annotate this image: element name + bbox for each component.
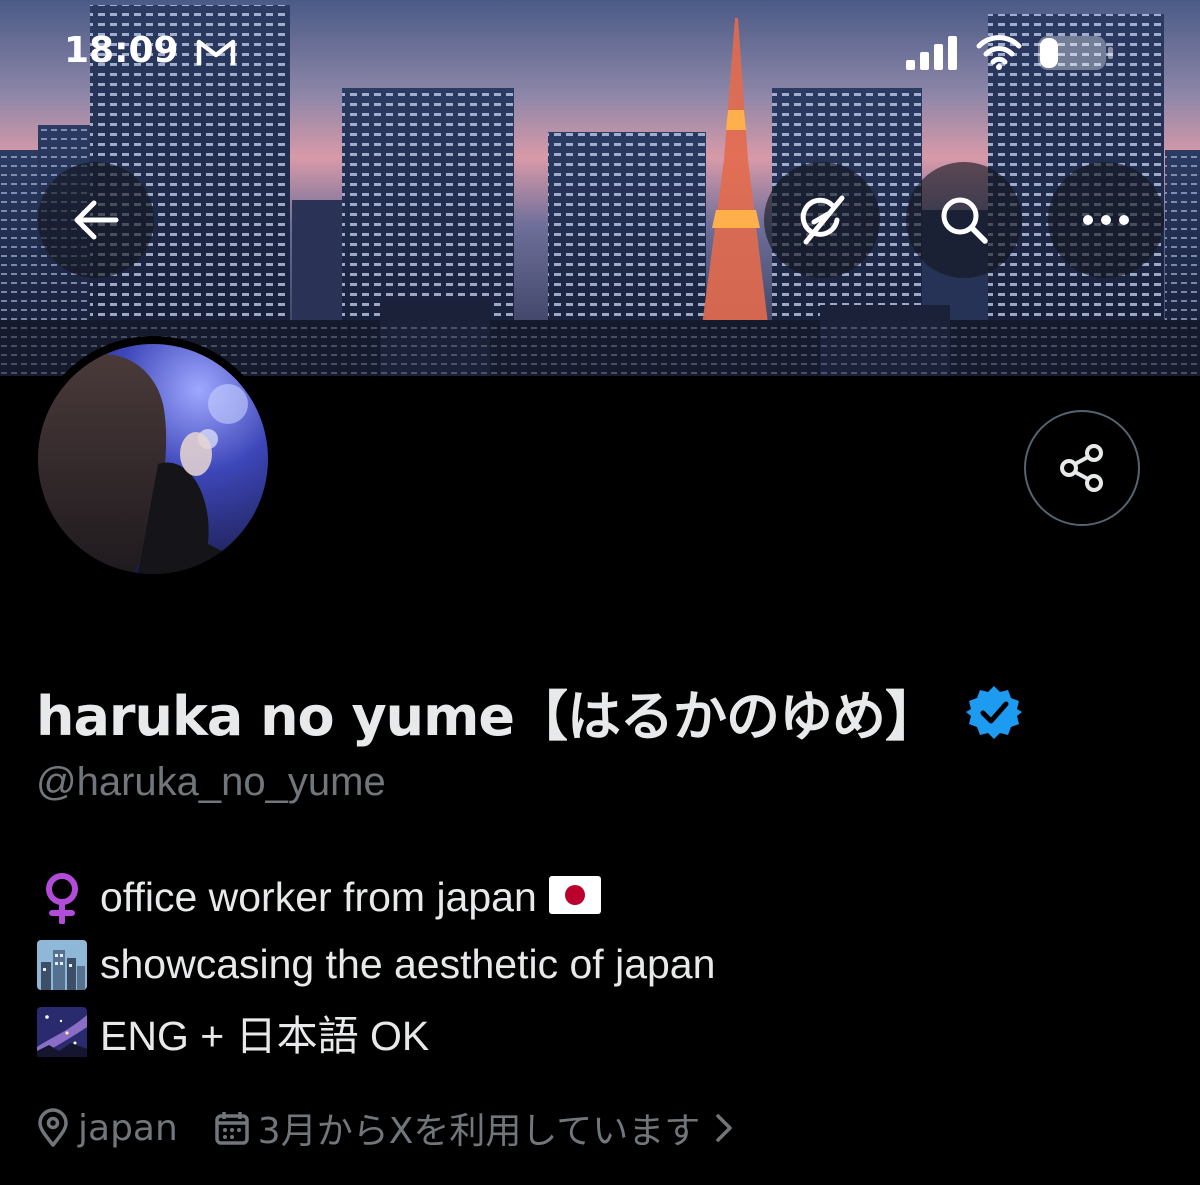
- joined-text: 3月からXを利用しています: [257, 1111, 701, 1152]
- status-bar: 18:09: [0, 0, 1200, 100]
- search-icon: [941, 197, 988, 244]
- bio-text: ENG + 日本語 OK: [100, 1012, 430, 1059]
- more-options-button[interactable]: [1048, 162, 1164, 278]
- share-icon: [1060, 444, 1103, 492]
- calendar-icon: [214, 1110, 250, 1146]
- back-arrow-icon: [74, 200, 119, 240]
- mail-icon: [196, 38, 236, 73]
- bio-text: office worker from japan: [100, 874, 537, 920]
- verified-badge-icon[interactable]: [966, 684, 1022, 740]
- bio-line: office worker from japan: [36, 864, 715, 931]
- bio-line: showcasing the aesthetic of japan: [36, 931, 715, 998]
- location-pin-icon: [36, 1108, 70, 1148]
- display-name: haruka no yume【はるかのゆめ】: [36, 685, 939, 748]
- status-time: 18:09: [64, 30, 179, 71]
- profile-page: 18:09 haruka no yume【はるかのゆめ】 @haruka_no_…: [0, 0, 1200, 1185]
- location-text: japan: [78, 1107, 178, 1149]
- milky-way-icon: [36, 1006, 88, 1058]
- user-handle: @haruka_no_yume: [36, 760, 386, 804]
- cityscape-icon: [36, 939, 88, 991]
- more-icon: [1083, 215, 1129, 225]
- location: japan: [36, 1108, 178, 1149]
- battery-icon: [1036, 34, 1116, 77]
- female-sign-icon: [36, 872, 88, 924]
- joined-date[interactable]: 3月からXを利用しています: [214, 1102, 735, 1154]
- profile-meta: japan 3月からXを利用しています: [36, 1102, 734, 1154]
- search-button[interactable]: [906, 162, 1022, 278]
- share-button[interactable]: [1024, 410, 1140, 526]
- avatar-image: [38, 344, 268, 574]
- profile-bio: office worker from japan showcasing the …: [36, 864, 715, 1065]
- grok-icon: [800, 195, 845, 245]
- cellular-signal-icon: [906, 36, 958, 75]
- bio-text: showcasing the aesthetic of japan: [100, 941, 716, 987]
- chevron-right-icon: [714, 1112, 734, 1144]
- avatar[interactable]: [30, 336, 276, 582]
- grok-button[interactable]: [764, 162, 880, 278]
- display-name-row: haruka no yume【はるかのゆめ】: [36, 672, 1022, 751]
- wifi-icon: [976, 34, 1022, 75]
- bio-line: ENG + 日本語 OK: [36, 998, 715, 1065]
- back-button[interactable]: [38, 162, 154, 278]
- japan-flag-icon: [548, 876, 601, 919]
